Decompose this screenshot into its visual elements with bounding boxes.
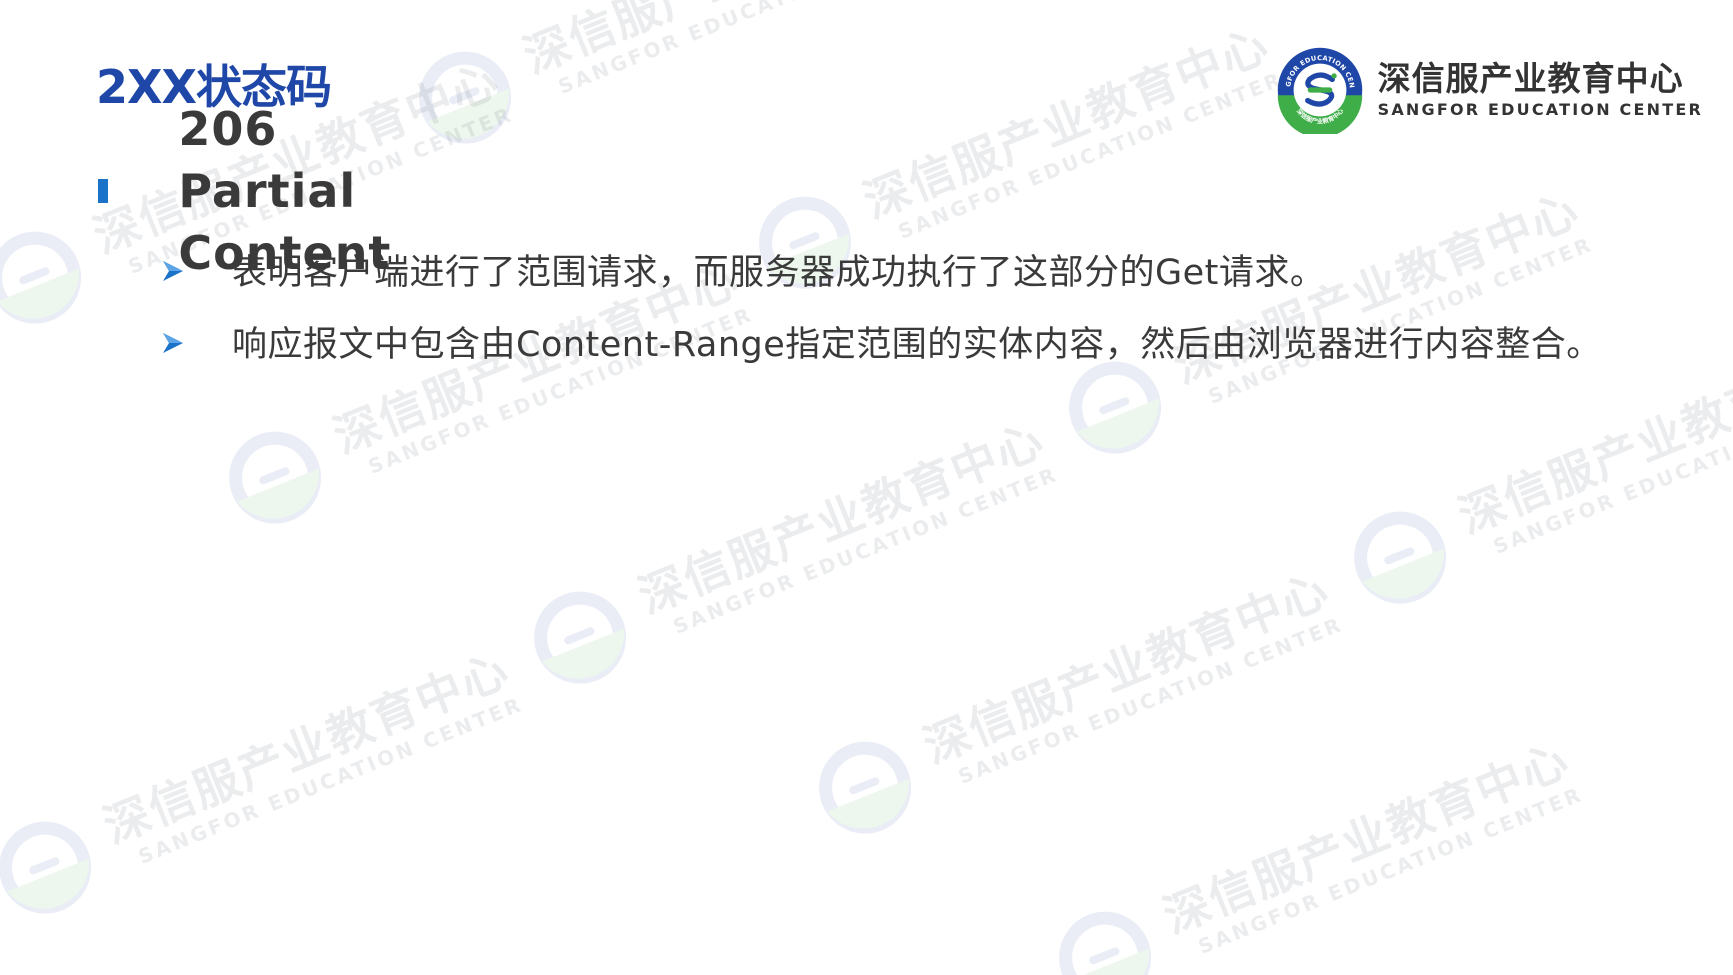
section-heading: 206 Partial Content (98, 102, 405, 280)
brand-name-en: SANGFOR EDUCATION CENTER (1377, 100, 1703, 119)
bullet-list: 表明客户端进行了范围请求，而服务器成功执行了这部分的Get请求。 响应报文中包含… (160, 240, 1610, 384)
arrow-bullet-icon (160, 312, 232, 374)
square-bullet-icon (98, 179, 109, 203)
watermark-seal-icon (0, 821, 92, 914)
bullet-item: 表明客户端进行了范围请求，而服务器成功执行了这部分的Get请求。 (160, 240, 1610, 306)
watermark-seal-icon (1354, 511, 1447, 604)
watermark: 深信服产业教育中心SANGFOR EDUCATION CENTER (1040, 723, 1591, 975)
watermark-seal-icon (0, 231, 82, 324)
watermark-seal-icon (419, 51, 512, 144)
brand-text: 深信服产业教育中心 SANGFOR EDUCATION CENTER (1378, 59, 1703, 121)
watermark: 深信服产业教育中心SANGFOR EDUCATION CENTER (400, 0, 951, 163)
bullet-text: 表明客户端进行了范围请求，而服务器成功执行了这部分的Get请求。 (232, 253, 1326, 293)
arrow-bullet-icon (160, 240, 232, 302)
watermark-seal-icon (229, 431, 322, 524)
bullet-text: 响应报文中包含由Content-Range指定范围的实体内容，然后由浏览器进行内… (232, 325, 1602, 365)
watermark: 深信服产业教育中心SANGFOR EDUCATION CENTER (800, 553, 1351, 853)
watermark: 深信服产业教育中心SANGFOR EDUCATION CENTER (0, 633, 531, 933)
watermark-seal-icon (534, 591, 627, 684)
brand-logo: SANGFOR EDUCATION CENTER 深信服产业教育中心 深信服产业… (1276, 46, 1703, 134)
sangfor-seal-logo-icon: SANGFOR EDUCATION CENTER 深信服产业教育中心 (1276, 46, 1362, 134)
watermark-seal-icon (1059, 911, 1152, 975)
bullet-item: 响应报文中包含由Content-Range指定范围的实体内容，然后由浏览器进行内… (160, 312, 1610, 378)
watermark: 深信服产业教育中心SANGFOR EDUCATION CENTER (515, 403, 1066, 703)
watermark-seal-icon (819, 741, 912, 834)
brand-name-cn: 深信服产业教育中心 (1377, 59, 1684, 98)
slide: 深信服产业教育中心SANGFOR EDUCATION CENTER 深信服产业教… (0, 0, 1733, 975)
